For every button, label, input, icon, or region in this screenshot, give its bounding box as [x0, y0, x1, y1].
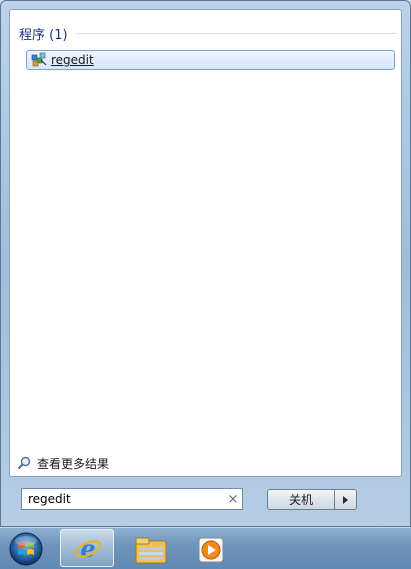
start-orb[interactable] [6, 531, 46, 567]
chevron-right-icon [343, 495, 348, 504]
shutdown-button[interactable]: 关机 [267, 489, 335, 510]
search-results-panel: 程序 (1) regedit 查看更多结果 [9, 9, 402, 477]
windows-explorer-icon[interactable] [134, 535, 168, 565]
section-header-programs: 程序 (1) [19, 25, 397, 43]
search-box: × [21, 488, 243, 510]
shutdown-group: 关机 [267, 489, 357, 510]
section-title: 程序 (1) [19, 27, 68, 43]
section-divider [75, 32, 397, 34]
see-more-label: 查看更多结果 [37, 456, 110, 471]
result-item-label: regedit [51, 53, 94, 67]
result-item-regedit[interactable]: regedit [26, 50, 395, 70]
media-player-icon[interactable] [198, 537, 224, 563]
search-input[interactable] [22, 490, 224, 508]
regedit-icon [31, 52, 47, 67]
internet-explorer-icon: e [74, 535, 102, 563]
shutdown-options-button[interactable] [335, 489, 357, 510]
taskbar-item-internet-explorer[interactable]: e [60, 529, 114, 567]
svg-text:e: e [80, 535, 95, 563]
search-icon [17, 456, 31, 470]
clear-search-icon[interactable]: × [224, 490, 242, 508]
see-more-results-link[interactable]: 查看更多结果 [17, 454, 109, 472]
start-menu: 程序 (1) regedit 查看更多结果 × 关机 [0, 0, 411, 527]
